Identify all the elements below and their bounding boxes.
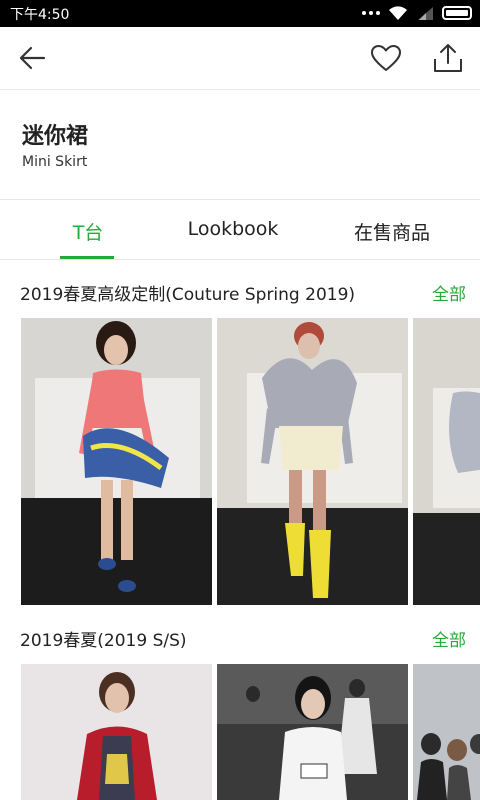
tab-bar: T台 Lookbook 在售商品 [0, 200, 480, 260]
battery-icon [442, 6, 472, 20]
wifi-icon [389, 6, 407, 20]
share-upload-icon [434, 44, 462, 72]
view-all-link[interactable]: 全部 [432, 280, 466, 305]
section-header: 2019春夏高级定制(Couture Spring 2019) 全部 [0, 276, 480, 305]
status-icons [362, 5, 472, 21]
toolbar [0, 27, 480, 90]
runway-photo-row [0, 318, 480, 605]
runway-photo-row [0, 664, 480, 800]
signal-icon [418, 7, 433, 20]
view-all-link[interactable]: 全部 [432, 626, 466, 651]
share-button[interactable] [430, 40, 466, 76]
section-title: 2019春夏高级定制(Couture Spring 2019) [20, 285, 356, 305]
category-subtitle: Mini Skirt [22, 154, 88, 170]
favorite-button[interactable] [368, 40, 404, 76]
runway-photo[interactable] [413, 318, 480, 605]
active-tab-indicator [60, 256, 114, 259]
status-time: 下午4:50 [10, 7, 70, 23]
tab-lookbook[interactable]: Lookbook [172, 218, 294, 240]
back-button[interactable] [14, 40, 50, 76]
runway-photo[interactable] [21, 318, 212, 605]
arrow-left-icon [19, 46, 46, 70]
runway-photo[interactable] [217, 664, 408, 800]
more-dots-icon [362, 5, 380, 21]
heart-outline-icon [371, 45, 401, 71]
runway-photo[interactable] [217, 318, 408, 605]
section-header: 2019春夏(2019 S/S) 全部 [0, 622, 480, 651]
section-title: 2019春夏(2019 S/S) [20, 631, 187, 651]
category-header: 迷你裙 Mini Skirt [0, 90, 480, 200]
status-bar: 下午4:50 [0, 0, 480, 27]
category-title: 迷你裙 [22, 124, 89, 149]
runway-photo[interactable] [413, 664, 480, 800]
tab-runway[interactable]: T台 [60, 218, 116, 245]
runway-photo[interactable] [21, 664, 212, 800]
tab-on-sale[interactable]: 在售商品 [340, 218, 444, 245]
